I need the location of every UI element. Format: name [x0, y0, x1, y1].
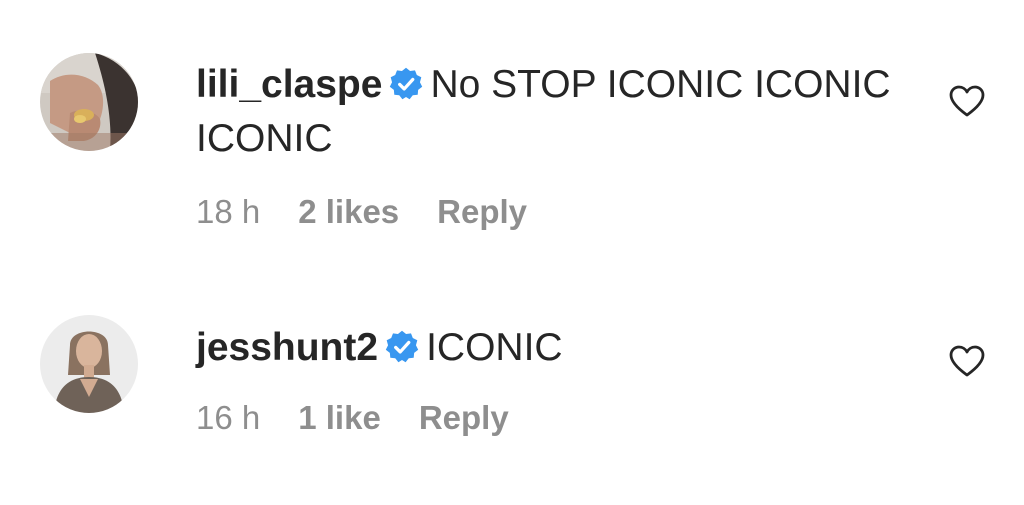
comment-body: jesshunt2 ICONIC	[196, 321, 896, 375]
comment-item: jesshunt2 ICONIC 16 h 1 like Reply	[0, 260, 1024, 505]
heart-outline-icon[interactable]	[948, 344, 986, 378]
comment-text-block: lili_claspe No STOP ICONIC ICONIC ICONIC	[196, 58, 896, 166]
comment-body: lili_claspe No STOP ICONIC ICONIC ICONIC	[196, 58, 896, 166]
likes-count-link[interactable]: 2 likes	[298, 193, 399, 231]
timestamp: 18 h	[196, 193, 261, 230]
avatar[interactable]	[40, 315, 138, 413]
comment-text-block: jesshunt2 ICONIC	[196, 321, 896, 375]
verified-badge-icon	[385, 330, 419, 363]
verified-badge-icon	[390, 67, 423, 100]
username[interactable]: jesshunt2	[196, 326, 378, 369]
comment-text: ICONIC	[426, 326, 563, 369]
comment-meta: 16 h 1 like Reply	[196, 399, 509, 437]
reply-button[interactable]: Reply	[437, 193, 527, 231]
heart-outline-icon[interactable]	[948, 84, 986, 118]
timestamp: 16 h	[196, 399, 261, 436]
avatar[interactable]	[40, 53, 138, 151]
reply-button[interactable]: Reply	[419, 399, 509, 437]
username[interactable]: lili_claspe	[196, 63, 382, 106]
comment-meta: 18 h 2 likes Reply	[196, 193, 527, 231]
likes-count-link[interactable]: 1 like	[298, 399, 381, 437]
comment-item: lili_claspe No STOP ICONIC ICONIC ICONIC…	[0, 0, 1024, 260]
